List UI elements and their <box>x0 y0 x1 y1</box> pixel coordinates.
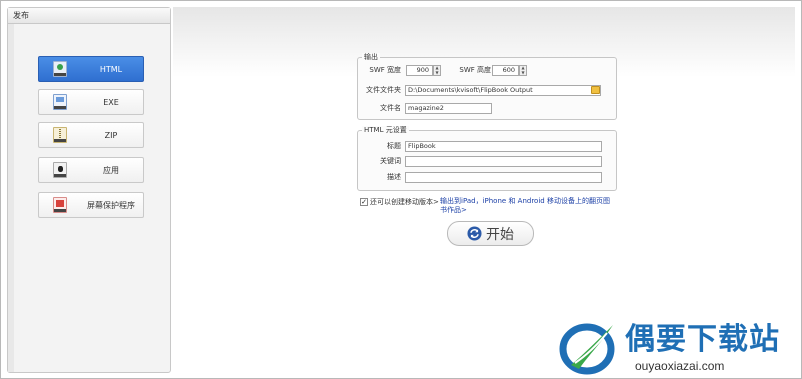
swf-height-input[interactable]: 600 <box>492 65 519 76</box>
swf-width-stepper[interactable]: ▲ ▼ <box>433 65 441 76</box>
mobile-version-checkbox[interactable]: ✓ <box>360 198 368 206</box>
publish-screensaver-label: 屏幕保护程序 <box>87 200 135 210</box>
publish-html-button[interactable]: HTML <box>38 56 144 82</box>
start-button[interactable]: 开始 <box>447 221 534 246</box>
folder-browse-icon[interactable] <box>591 86 600 94</box>
filename-input[interactable]: magazine2 <box>405 103 492 114</box>
html-meta-group-title: HTML 元设置 <box>362 126 409 135</box>
watermark: 偶要下载站 ouyaoxiazai.com <box>557 319 797 377</box>
sidebar-body: HTML EXE ZIP 应用 屏幕保护程序 <box>8 24 170 372</box>
swf-width-label: SWF 宽度 <box>369 66 401 74</box>
folder-label: 文件文件夹 <box>366 86 401 94</box>
meta-keywords-input[interactable] <box>405 156 602 167</box>
publish-exe-button[interactable]: EXE <box>38 89 144 115</box>
folder-input[interactable]: D:\Documents\kvisoft\FlipBook Output <box>405 85 601 96</box>
meta-keywords-label: 关键词 <box>380 157 401 165</box>
publish-app-label: 应用 <box>103 165 119 175</box>
publish-zip-label: ZIP <box>104 130 118 140</box>
down-arrow-icon[interactable]: ▼ <box>520 70 526 76</box>
html-icon <box>53 61 67 77</box>
watermark-name: 偶要下载站 <box>625 322 780 357</box>
refresh-icon <box>467 226 482 241</box>
start-button-label: 开始 <box>486 226 514 243</box>
apple-icon <box>53 162 67 178</box>
filename-label: 文件名 <box>380 104 401 112</box>
output-group-title: 输出 <box>362 53 380 62</box>
screensaver-icon <box>53 197 67 213</box>
swf-height-label: SWF 高度 <box>459 66 491 74</box>
watermark-logo-icon <box>559 323 615 375</box>
publish-sidebar: 发布 HTML EXE ZIP 应用 屏幕保护程序 <box>7 7 171 373</box>
publish-app-button[interactable]: 应用 <box>38 157 144 183</box>
publish-exe-label: EXE <box>103 97 119 107</box>
meta-description-label: 描述 <box>387 173 401 181</box>
swf-width-input[interactable]: 900 <box>406 65 433 76</box>
sidebar-title: 发布 <box>8 8 170 24</box>
meta-description-input[interactable] <box>405 172 602 183</box>
meta-title-input[interactable]: FlipBook <box>405 141 602 152</box>
exe-icon <box>53 94 67 110</box>
publish-zip-button[interactable]: ZIP <box>38 122 144 148</box>
mobile-devices-link[interactable]: 输出到iPad，iPhone 和 Android 移动设备上的翻页图书作品> <box>440 197 610 215</box>
zip-icon <box>53 127 67 143</box>
watermark-url: ouyaoxiazai.com <box>635 359 725 373</box>
publish-html-label: HTML <box>99 64 123 74</box>
mobile-version-label: 还可以创建移动版本> <box>370 198 439 206</box>
meta-title-label: 标题 <box>387 142 401 150</box>
publish-screensaver-button[interactable]: 屏幕保护程序 <box>38 192 144 218</box>
down-arrow-icon[interactable]: ▼ <box>434 70 440 76</box>
swf-height-stepper[interactable]: ▲ ▼ <box>519 65 527 76</box>
